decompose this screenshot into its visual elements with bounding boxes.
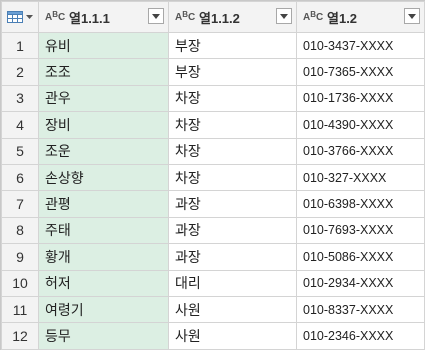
cell[interactable]: 010-2346-XXXX	[296, 322, 425, 350]
row-number[interactable]: 11	[1, 295, 39, 324]
row-number[interactable]: 8	[1, 216, 39, 245]
cell[interactable]: 황개	[38, 243, 169, 271]
cell[interactable]: 부장	[168, 31, 297, 60]
cell[interactable]: 과장	[168, 216, 297, 245]
table-row: 12 등무 사원 010-2346-XXXX	[1, 322, 425, 350]
cell[interactable]: 차장	[168, 111, 297, 139]
cell[interactable]: 사원	[168, 295, 297, 324]
table-icon	[7, 11, 23, 23]
table-row: 11 여령기 사원 010-8337-XXXX	[1, 295, 425, 324]
table-row: 9 황개 과장 010-5086-XXXX	[1, 243, 425, 271]
cell[interactable]: 010-3766-XXXX	[296, 137, 425, 165]
cell[interactable]: 주태	[38, 216, 169, 245]
cell[interactable]: 유비	[38, 31, 169, 60]
row-number[interactable]: 7	[1, 190, 39, 218]
row-number[interactable]: 1	[1, 31, 39, 60]
cell[interactable]: 010-327-XXXX	[296, 163, 425, 192]
cell[interactable]: 등무	[38, 322, 169, 350]
cell[interactable]: 010-1736-XXXX	[296, 84, 425, 113]
cell[interactable]: 차장	[168, 137, 297, 165]
cell[interactable]: 허저	[38, 269, 169, 297]
cell[interactable]: 사원	[168, 322, 297, 350]
column-filter-button[interactable]	[148, 8, 164, 24]
text-type-icon: ABC	[303, 10, 324, 23]
cell[interactable]: 조운	[38, 137, 169, 165]
chevron-down-icon	[152, 13, 160, 19]
table-row: 4 장비 차장 010-4390-XXXX	[1, 111, 425, 139]
table-row: 1 유비 부장 010-3437-XXXX	[1, 31, 425, 60]
table-row: 8 주태 과장 010-7693-XXXX	[1, 216, 425, 245]
cell[interactable]: 010-3437-XXXX	[296, 31, 425, 60]
cell[interactable]: 과장	[168, 243, 297, 271]
cell[interactable]: 010-7365-XXXX	[296, 58, 425, 86]
cell[interactable]: 관평	[38, 190, 169, 218]
text-type-icon: ABC	[175, 10, 196, 23]
row-number[interactable]: 9	[1, 243, 39, 271]
cell[interactable]: 대리	[168, 269, 297, 297]
preview-table: ABC 열1.1.1 ABC 열1.1.2 ABC 열1.2 1 유비 부장 0…	[1, 1, 425, 350]
cell[interactable]: 손상향	[38, 163, 169, 192]
column-header-1[interactable]: ABC 열1.1.1	[38, 1, 169, 33]
text-type-icon: ABC	[45, 10, 66, 23]
cell[interactable]: 010-4390-XXXX	[296, 111, 425, 139]
row-number[interactable]: 5	[1, 137, 39, 165]
row-number[interactable]: 12	[1, 322, 39, 350]
cell[interactable]: 여령기	[38, 295, 169, 324]
chevron-down-icon	[26, 14, 33, 19]
row-number[interactable]: 2	[1, 58, 39, 86]
cell[interactable]: 차장	[168, 163, 297, 192]
cell[interactable]: 010-6398-XXXX	[296, 190, 425, 218]
data-grid: ABC 열1.1.1 ABC 열1.1.2 ABC 열1.2 1 유비 부장 0…	[0, 0, 425, 350]
column-header-3[interactable]: ABC 열1.2	[296, 1, 425, 33]
table-row: 6 손상향 차장 010-327-XXXX	[1, 163, 425, 192]
column-filter-button[interactable]	[404, 8, 420, 24]
table-row: 10 허저 대리 010-2934-XXXX	[1, 269, 425, 297]
row-number[interactable]: 6	[1, 163, 39, 192]
table-row: 5 조운 차장 010-3766-XXXX	[1, 137, 425, 165]
cell[interactable]: 010-5086-XXXX	[296, 243, 425, 271]
chevron-down-icon	[408, 13, 416, 19]
header-row: ABC 열1.1.1 ABC 열1.1.2 ABC 열1.2	[1, 1, 425, 33]
table-row: 2 조조 부장 010-7365-XXXX	[1, 58, 425, 86]
chevron-down-icon	[280, 13, 288, 19]
column-filter-button[interactable]	[276, 8, 292, 24]
cell[interactable]: 010-2934-XXXX	[296, 269, 425, 297]
cell[interactable]: 부장	[168, 58, 297, 86]
row-number[interactable]: 10	[1, 269, 39, 297]
cell[interactable]: 조조	[38, 58, 169, 86]
cell[interactable]: 차장	[168, 84, 297, 113]
column-name: 열1.1.1	[69, 10, 110, 26]
table-menu-button[interactable]	[1, 1, 39, 33]
cell[interactable]: 과장	[168, 190, 297, 218]
table-row: 7 관평 과장 010-6398-XXXX	[1, 190, 425, 218]
column-header-2[interactable]: ABC 열1.1.2	[168, 1, 297, 33]
cell[interactable]: 010-7693-XXXX	[296, 216, 425, 245]
row-number[interactable]: 4	[1, 111, 39, 139]
cell[interactable]: 장비	[38, 111, 169, 139]
cell[interactable]: 010-8337-XXXX	[296, 295, 425, 324]
row-number[interactable]: 3	[1, 84, 39, 113]
column-name: 열1.2	[327, 10, 358, 26]
column-name: 열1.1.2	[199, 10, 240, 26]
cell[interactable]: 관우	[38, 84, 169, 113]
table-row: 3 관우 차장 010-1736-XXXX	[1, 84, 425, 113]
